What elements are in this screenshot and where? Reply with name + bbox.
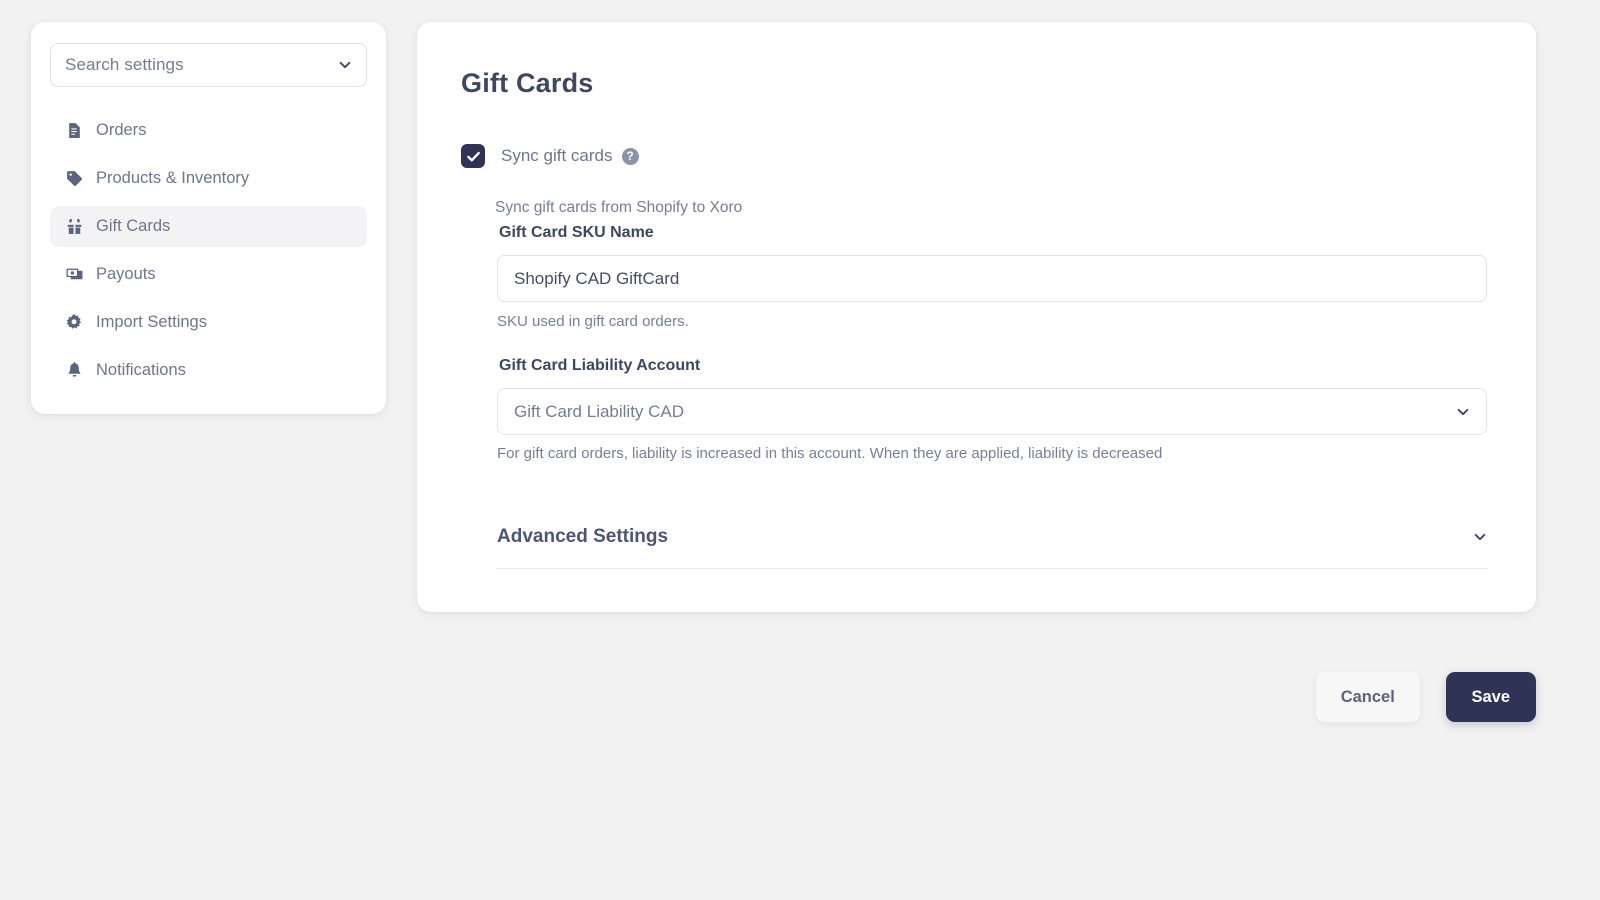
liability-field-label: Gift Card Liability Account <box>499 357 701 374</box>
search-settings-placeholder: Search settings <box>65 55 184 74</box>
check-icon <box>466 151 480 161</box>
form-actions: Cancel Save <box>1316 670 1536 724</box>
sidebar-item-payouts[interactable]: Payouts <box>50 254 367 295</box>
save-button[interactable]: Save <box>1445 672 1536 722</box>
sidebar-item-gift-cards[interactable]: Gift Cards <box>50 206 367 247</box>
sku-field-help: SKU used in gift card orders. <box>497 313 689 330</box>
gift-cards-panel: Gift Cards Sync gift cards ? Sync gift c… <box>417 22 1536 612</box>
cancel-button[interactable]: Cancel <box>1316 672 1420 722</box>
page-title: Gift Cards <box>461 68 594 98</box>
sidebar-item-import-settings[interactable]: Import Settings <box>50 302 367 343</box>
liability-account-select[interactable]: Gift Card Liability CAD <box>497 388 1487 435</box>
app-root: Search settings Orders Products & Invent… <box>0 0 1600 900</box>
sidebar-item-label: Payouts <box>96 265 156 283</box>
sync-gift-cards-label: Sync gift cards <box>501 146 613 165</box>
sidebar-item-label: Notifications <box>96 361 186 379</box>
search-settings-select[interactable]: Search settings <box>50 43 367 87</box>
sidebar-item-orders[interactable]: Orders <box>50 110 367 151</box>
sync-gift-cards-description: Sync gift cards from Shopify to Xoro <box>495 199 743 216</box>
sidebar-item-label: Gift Cards <box>96 217 171 235</box>
sku-field-label: Gift Card SKU Name <box>499 224 654 241</box>
liability-account-value: Gift Card Liability CAD <box>514 401 685 421</box>
sidebar-nav: Orders Products & Inventory Gift Cards P… <box>50 110 367 398</box>
document-icon <box>66 122 83 139</box>
question-mark-icon[interactable]: ? <box>621 147 639 165</box>
liability-field-help: For gift card orders, liability is incre… <box>497 445 1163 462</box>
chevron-down-icon <box>1456 405 1470 419</box>
gear-icon <box>66 314 83 331</box>
bell-icon <box>66 362 83 379</box>
sidebar-item-products-inventory[interactable]: Products & Inventory <box>50 158 367 199</box>
advanced-settings-title: Advanced Settings <box>497 525 669 547</box>
money-bills-icon <box>66 266 83 283</box>
sidebar-item-label: Import Settings <box>96 313 207 331</box>
sku-name-input[interactable] <box>497 255 1487 302</box>
sync-gift-cards-checkbox[interactable] <box>461 144 485 168</box>
sidebar-item-notifications[interactable]: Notifications <box>50 350 367 391</box>
sidebar-item-label: Products & Inventory <box>96 169 250 187</box>
settings-sidebar: Search settings Orders Products & Invent… <box>31 22 386 414</box>
tag-icon <box>66 170 83 187</box>
chevron-down-icon <box>1473 530 1487 544</box>
sync-gift-cards-row: Sync gift cards ? <box>461 144 639 168</box>
advanced-settings-divider <box>497 568 1487 569</box>
sidebar-item-label: Orders <box>96 121 147 139</box>
advanced-settings-toggle[interactable]: Advanced Settings <box>497 509 1487 564</box>
gift-icon <box>66 218 83 235</box>
chevron-down-icon <box>338 58 352 72</box>
